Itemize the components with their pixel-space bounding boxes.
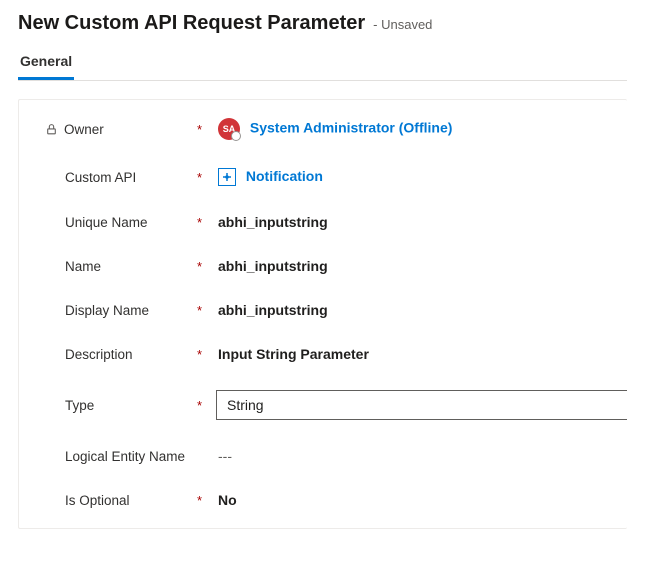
custom-api-link[interactable]: Notification bbox=[246, 168, 323, 184]
label-type: Type * bbox=[33, 398, 216, 413]
row-is-optional: Is Optional * No bbox=[33, 492, 613, 508]
label-logical-entity-name: Logical Entity Name bbox=[33, 449, 216, 464]
required-indicator: * bbox=[197, 303, 202, 318]
row-logical-entity-name: Logical Entity Name --- bbox=[33, 448, 613, 464]
type-select[interactable]: String bbox=[216, 390, 627, 420]
required-indicator: * bbox=[197, 122, 202, 137]
page-title: New Custom API Request Parameter bbox=[18, 12, 365, 35]
row-owner: Owner * SA System Administrator (Offline… bbox=[33, 118, 613, 140]
required-indicator: * bbox=[197, 259, 202, 274]
entity-icon bbox=[218, 168, 236, 186]
is-optional-field[interactable]: No bbox=[216, 492, 613, 508]
name-field[interactable]: abhi_inputstring bbox=[216, 258, 613, 274]
label-description: Description * bbox=[33, 347, 216, 362]
label-owner: Owner * bbox=[33, 122, 216, 137]
unique-name-field[interactable]: abhi_inputstring bbox=[216, 214, 613, 230]
tab-bar: General bbox=[18, 49, 627, 81]
required-indicator: * bbox=[197, 398, 202, 413]
logical-entity-name-field[interactable]: --- bbox=[216, 448, 613, 464]
label-unique-name: Unique Name * bbox=[33, 215, 216, 230]
value-custom-api[interactable]: Notification bbox=[216, 168, 613, 186]
label-custom-api: Custom API * bbox=[33, 170, 216, 185]
page-header: New Custom API Request Parameter - Unsav… bbox=[18, 12, 627, 35]
value-owner[interactable]: SA System Administrator (Offline) bbox=[216, 118, 613, 140]
label-name: Name * bbox=[33, 259, 216, 274]
row-display-name: Display Name * abhi_inputstring bbox=[33, 302, 613, 318]
description-field[interactable]: Input String Parameter bbox=[216, 346, 613, 362]
row-name: Name * abhi_inputstring bbox=[33, 258, 613, 274]
avatar: SA bbox=[218, 118, 240, 140]
tab-general[interactable]: General bbox=[18, 49, 74, 80]
required-indicator: * bbox=[197, 347, 202, 362]
owner-link[interactable]: System Administrator (Offline) bbox=[250, 120, 453, 136]
row-unique-name: Unique Name * abhi_inputstring bbox=[33, 214, 613, 230]
required-indicator: * bbox=[197, 493, 202, 508]
page-status: - Unsaved bbox=[373, 17, 432, 32]
required-indicator: * bbox=[197, 215, 202, 230]
label-display-name: Display Name * bbox=[33, 303, 216, 318]
row-description: Description * Input String Parameter bbox=[33, 346, 613, 362]
label-is-optional: Is Optional * bbox=[33, 493, 216, 508]
display-name-field[interactable]: abhi_inputstring bbox=[216, 302, 613, 318]
row-type: Type * String bbox=[33, 390, 613, 420]
lock-icon bbox=[45, 123, 58, 136]
form-card: Owner * SA System Administrator (Offline… bbox=[18, 99, 627, 529]
required-indicator: * bbox=[197, 170, 202, 185]
row-custom-api: Custom API * Notification bbox=[33, 168, 613, 186]
